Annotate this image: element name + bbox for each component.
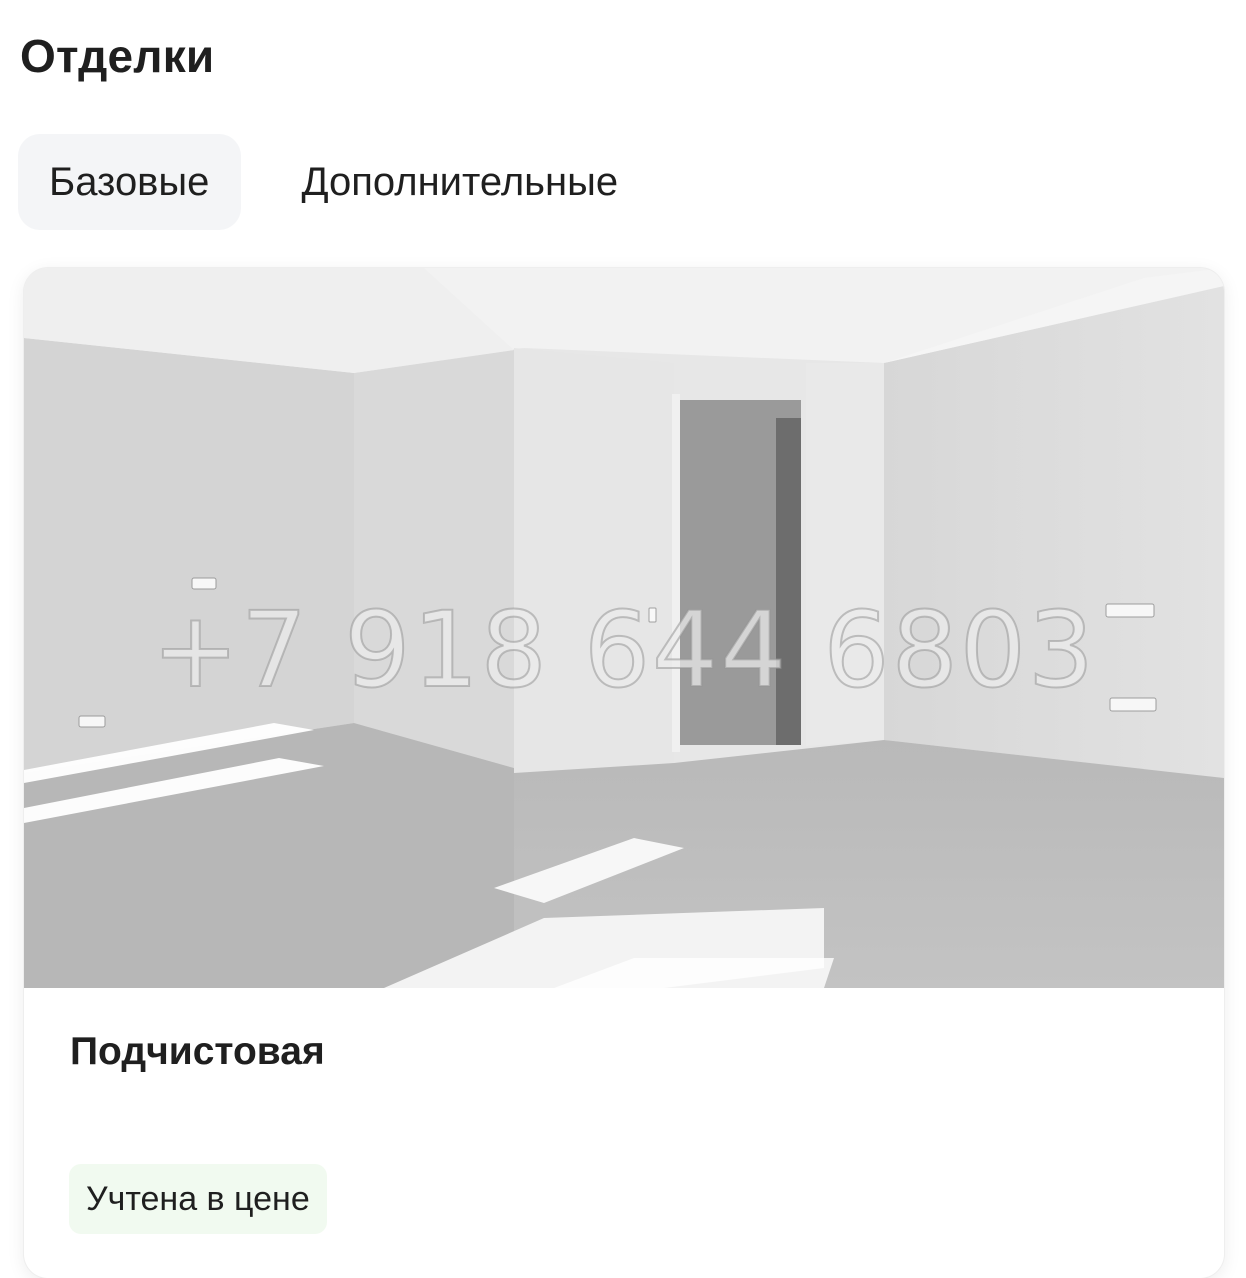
door-frame <box>672 394 680 752</box>
price-included-badge: Учтена в цене <box>69 1164 327 1234</box>
section-title: Отделки <box>20 30 215 82</box>
outlet-left-low <box>78 715 106 728</box>
outlet-left-high <box>191 577 217 590</box>
room-photo <box>24 268 1224 988</box>
central-wall <box>514 348 674 773</box>
right-wall <box>884 286 1224 778</box>
card-title: Подчистовая <box>70 1030 325 1073</box>
finish-card[interactable]: +7 918 644 6803 Подчистовая Учтена в цен… <box>24 268 1224 1278</box>
tab-additional[interactable]: Дополнительные <box>271 134 648 230</box>
left-side-wall <box>354 350 514 768</box>
outlet-right-high <box>1105 603 1155 618</box>
right-partition <box>806 363 884 746</box>
tab-basic[interactable]: Базовые <box>18 134 242 230</box>
doorway-shadow <box>776 418 801 745</box>
outlet-right-low <box>1109 697 1157 712</box>
left-back-wall <box>24 338 354 773</box>
switch <box>648 607 657 623</box>
finish-tabs: Базовые Дополнительные <box>18 134 648 230</box>
